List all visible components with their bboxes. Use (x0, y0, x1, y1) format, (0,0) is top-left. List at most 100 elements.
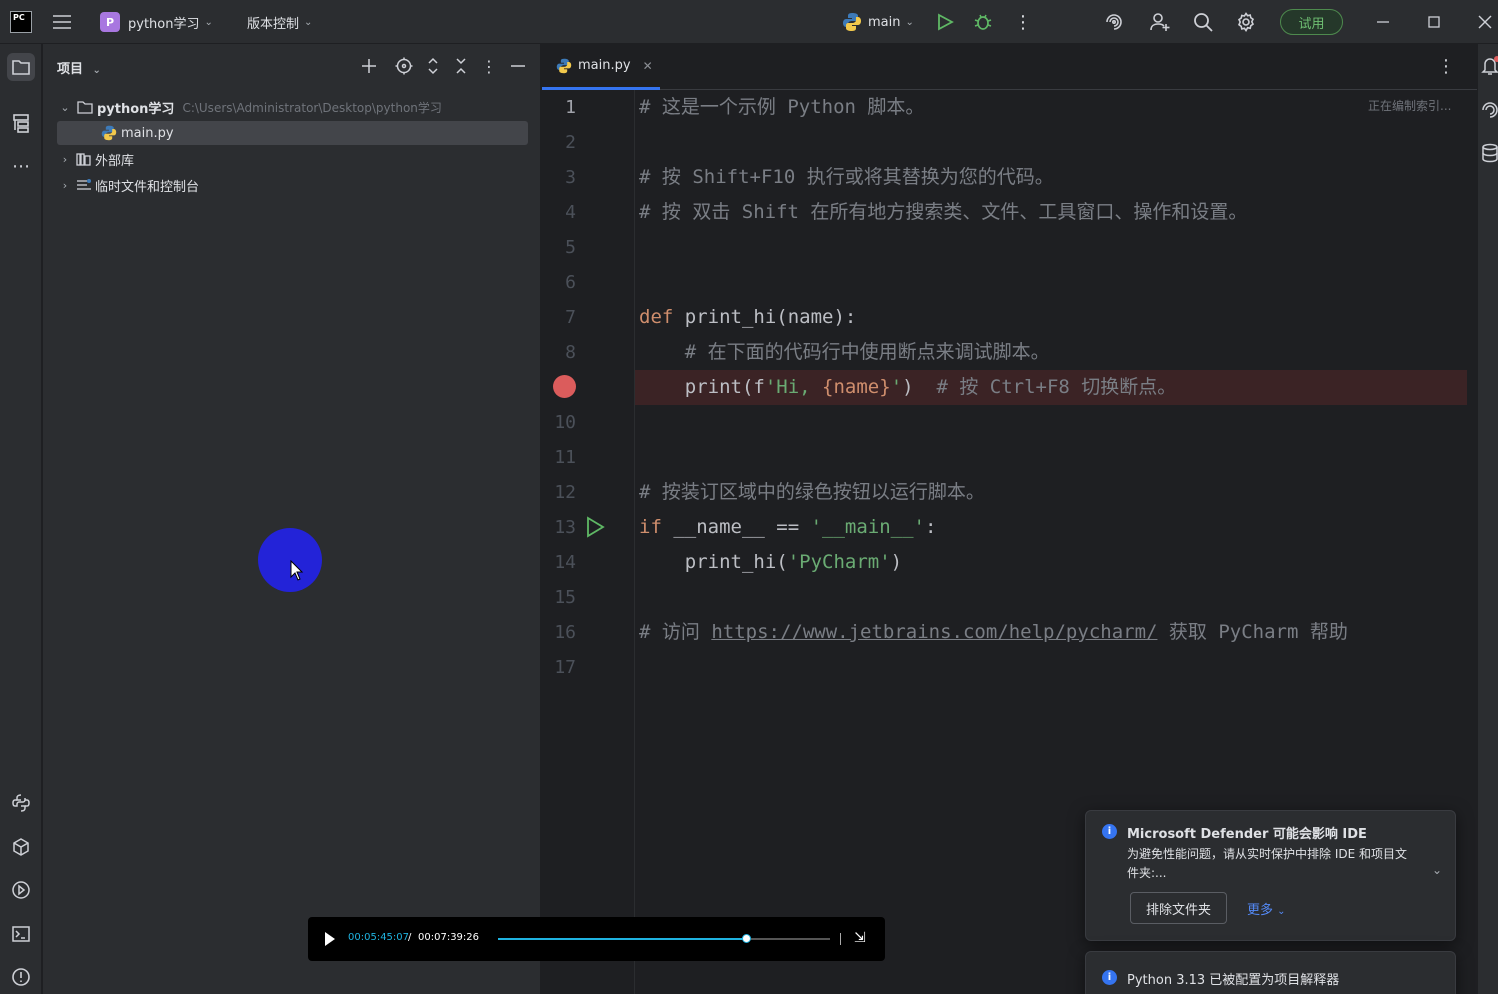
play-icon[interactable] (325, 932, 335, 946)
vcs-menu[interactable]: 版本控制 ⌄ (247, 0, 312, 44)
collapse-all-icon (456, 58, 466, 74)
string-literal: 'Hi, (764, 376, 823, 398)
seek-bar[interactable] (498, 934, 830, 943)
close-icon[interactable]: ✕ (643, 59, 653, 73)
notification-defender: i Microsoft Defender 可能会影响 IDE 为避免性能问题，请… (1085, 810, 1456, 941)
mouse-pointer-icon (290, 560, 304, 581)
string-literal: ' (890, 376, 903, 398)
minimize-button[interactable] (1375, 0, 1391, 44)
terminal-icon (12, 926, 30, 942)
code-line[interactable]: # 按装订区域中的绿色按钮以运行脚本。 (639, 475, 985, 510)
collapse-all-button[interactable] (451, 56, 471, 76)
chevron-down-icon: ⌄ (204, 16, 213, 28)
line-number: 2 (565, 132, 576, 153)
ai-assistant-icon[interactable] (1481, 100, 1498, 120)
project-panel-title[interactable]: 项目 ⌄ (57, 58, 101, 77)
project-name: python学习 (128, 16, 200, 32)
python-console-button[interactable] (7, 789, 35, 817)
close-window-button[interactable] (1477, 0, 1493, 44)
code-line[interactable]: # 按 Shift+F10 执行或将其替换为您的代码。 (639, 160, 1054, 195)
hide-panel-button[interactable] (508, 56, 528, 76)
comment: # 按 Ctrl+F8 切换断点。 (913, 376, 1177, 398)
help-link[interactable]: https://www.jetbrains.com/help/pycharm/ (711, 621, 1157, 643)
settings-icon (1237, 12, 1255, 32)
code-line[interactable]: print_hi('PyCharm') (639, 545, 902, 580)
code-line[interactable]: # 这是一个示例 Python 脚本。 (639, 90, 924, 125)
code-line[interactable]: # 在下面的代码行中使用断点来调试脚本。 (639, 335, 1050, 370)
folder-icon (77, 101, 93, 114)
search-button[interactable] (1193, 0, 1213, 44)
python-packages-icon (13, 838, 29, 856)
expand-all-button[interactable] (423, 56, 443, 76)
tab-main-py[interactable]: main.py ✕ (542, 44, 660, 90)
code-with-me-button[interactable] (1149, 0, 1171, 44)
close-icon (1478, 15, 1492, 29)
seek-bar-fill (498, 938, 747, 940)
exit-fullscreen-icon[interactable]: ⇲ (854, 930, 866, 946)
code-text: __name__ == (661, 516, 811, 538)
line-number: 4 (565, 202, 576, 223)
more-link-label: 更多 (1247, 903, 1274, 918)
gutter-divider (634, 90, 635, 994)
seek-bar-handle[interactable] (742, 934, 751, 943)
project-switcher[interactable]: P python学习 ⌄ (100, 0, 213, 44)
notification-interpreter: i Python 3.13 已被配置为项目解释器 (1085, 951, 1456, 994)
code-line[interactable]: if __name__ == '__main__': (639, 510, 936, 545)
main-menu-button[interactable] (52, 0, 72, 44)
debug-button[interactable] (973, 0, 993, 44)
vcs-label: 版本控制 (247, 16, 300, 32)
chevron-down-icon[interactable]: ⌄ (1432, 863, 1442, 877)
line-number: 11 (554, 447, 576, 468)
line-number: 7 (565, 307, 576, 328)
tree-item-external-libraries[interactable]: › 外部库 (43, 147, 541, 171)
database-icon[interactable] (1481, 143, 1498, 163)
debug-icon (974, 14, 992, 30)
tree-item-project-root[interactable]: ⌄ python学习 C:\Users\Administrator\Deskto… (43, 95, 541, 119)
python-packages-button[interactable] (7, 833, 35, 861)
left-tool-strip: ⋯ (0, 44, 42, 994)
plus-icon (362, 59, 376, 73)
code-line[interactable]: print(f'Hi, {name}') # 按 Ctrl+F8 切换断点。 (639, 370, 1177, 405)
code-line[interactable]: def print_hi(name): (639, 300, 856, 335)
keyword: def (639, 306, 674, 328)
run-config-selector[interactable]: main ⌄ (842, 0, 914, 44)
hamburger-menu-icon (53, 15, 71, 29)
project-tool-button[interactable] (7, 53, 35, 81)
structure-icon (13, 114, 29, 133)
project-path: C:\Users\Administrator\Desktop\python学习 (182, 100, 442, 115)
services-button[interactable] (7, 876, 35, 904)
trial-button[interactable]: 试用 (1280, 9, 1343, 35)
code-line[interactable]: # 按 双击 Shift 在所有地方搜索类、文件、工具窗口、操作和设置。 (639, 195, 1247, 230)
more-actions-button[interactable]: ⋮ (1014, 0, 1032, 44)
more-tools-button[interactable]: ⋯ (7, 152, 35, 180)
more-link[interactable]: 更多 ⌄ (1247, 899, 1286, 918)
project-panel: 项目 ⌄ ⋮ ⌄ python学习 C:\Users\Administrator… (43, 44, 541, 994)
terminal-button[interactable] (7, 920, 35, 948)
notifications-icon[interactable] (1481, 56, 1498, 76)
run-button[interactable] (936, 0, 954, 44)
exclude-folders-button[interactable]: 排除文件夹 (1130, 892, 1227, 924)
tree-item-main-py[interactable]: main.py (57, 121, 528, 145)
panel-options-button[interactable]: ⋮ (479, 56, 499, 76)
breakpoint-icon[interactable] (553, 375, 576, 398)
new-file-button[interactable] (359, 56, 379, 76)
ai-assistant-button[interactable] (1104, 0, 1124, 44)
editor-options-button[interactable]: ⋮ (1437, 56, 1455, 77)
problems-button[interactable] (7, 963, 35, 991)
structure-tool-button[interactable] (7, 109, 35, 137)
line-number: 16 (554, 622, 576, 643)
tree-item-label: 外部库 (95, 153, 135, 169)
run-gutter-icon[interactable] (584, 516, 606, 538)
maximize-button[interactable] (1426, 0, 1442, 44)
tree-item-scratches[interactable]: › 临时文件和控制台 (43, 173, 541, 197)
line-number: 8 (565, 342, 576, 363)
project-panel-title-text: 项目 (57, 62, 84, 77)
code-line[interactable]: # 访问 https://www.jetbrains.com/help/pych… (639, 615, 1348, 650)
settings-button[interactable] (1236, 0, 1256, 44)
library-icon (76, 153, 91, 166)
project-badge: P (100, 12, 120, 32)
locate-file-button[interactable] (394, 56, 414, 76)
branch-label: main (868, 14, 901, 30)
run-icon (938, 13, 954, 31)
divider (840, 933, 841, 945)
